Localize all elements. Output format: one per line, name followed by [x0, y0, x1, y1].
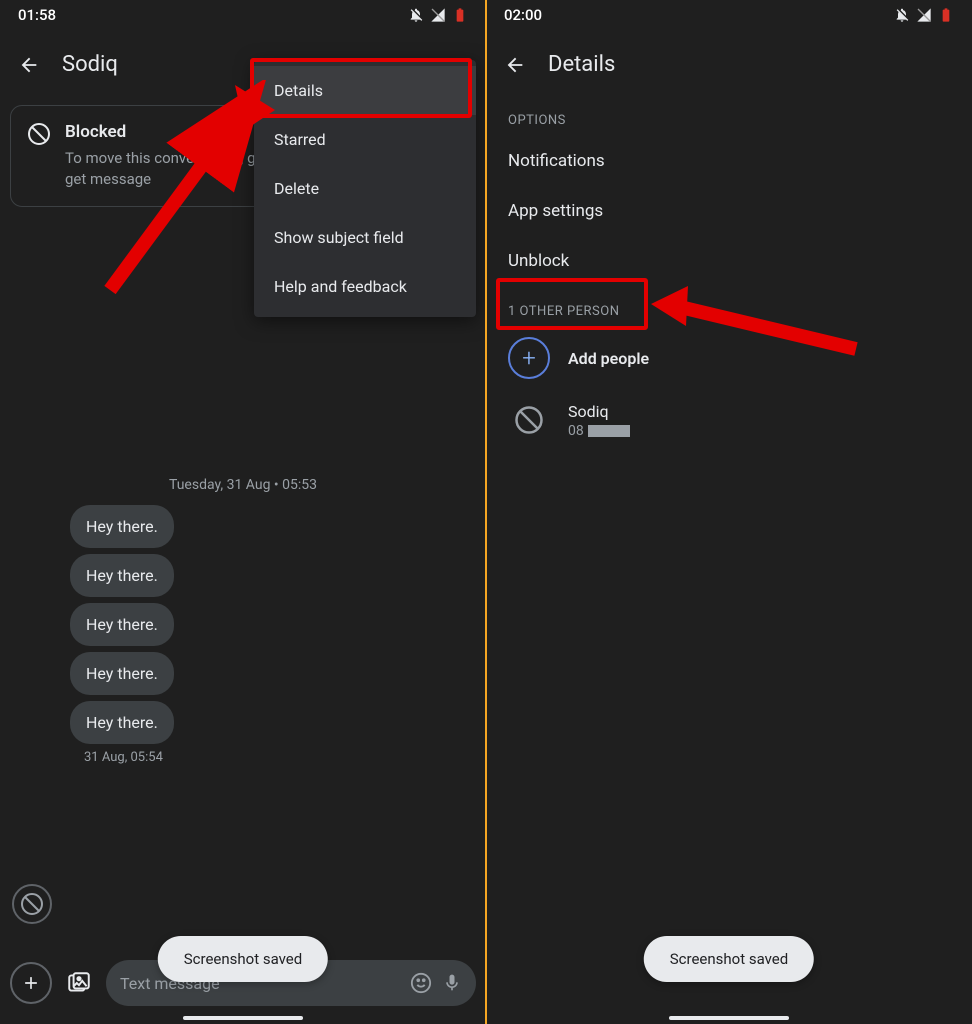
add-people-label: Add people	[568, 349, 649, 368]
sender-avatar-blocked[interactable]	[12, 884, 52, 924]
section-label-people: 1 OTHER PERSON	[486, 286, 972, 327]
section-label-options: OPTIONS	[486, 95, 972, 136]
menu-item-delete[interactable]: Delete	[254, 164, 476, 213]
toast-snackbar: Screenshot saved	[158, 936, 328, 982]
message-bubble[interactable]: Hey there.	[70, 652, 174, 695]
contact-name: Sodiq	[568, 402, 630, 421]
battery-icon	[452, 7, 468, 23]
home-indicator[interactable]	[183, 1016, 303, 1020]
gallery-button[interactable]	[62, 966, 96, 1000]
back-button[interactable]	[504, 54, 526, 76]
emoji-icon[interactable]	[410, 972, 432, 994]
menu-item-subject[interactable]: Show subject field	[254, 213, 476, 262]
message-bubble[interactable]: Hey there.	[70, 554, 174, 597]
status-icons	[408, 7, 468, 23]
message-timestamp: Tuesday, 31 Aug • 05:53	[0, 477, 486, 493]
toast-snackbar: Screenshot saved	[644, 936, 814, 982]
contact-number: 08	[568, 423, 630, 439]
battery-icon	[938, 7, 954, 23]
phone-screen-left: 01:58 Sodiq Blocked To move this convers…	[0, 0, 486, 1024]
message-bubble[interactable]: Hey there.	[70, 701, 174, 744]
menu-item-details[interactable]: Details	[254, 66, 476, 115]
blocked-icon	[27, 122, 51, 190]
add-people-row[interactable]: + Add people	[486, 327, 972, 389]
mic-icon[interactable]	[442, 973, 462, 993]
message-bubble[interactable]: Hey there.	[70, 505, 174, 548]
back-button[interactable]	[18, 54, 40, 76]
contact-row[interactable]: Sodiq 08	[486, 389, 972, 451]
menu-item-starred[interactable]: Starred	[254, 115, 476, 164]
overflow-menu: Details Starred Delete Show subject fiel…	[254, 60, 476, 317]
details-header: Details	[486, 30, 972, 95]
phone-screen-right: 02:00 Details OPTIONS Notifications App …	[486, 0, 972, 1024]
add-icon: +	[508, 337, 550, 379]
status-bar: 02:00	[486, 0, 972, 30]
option-app-settings[interactable]: App settings	[486, 186, 972, 236]
status-icons	[894, 7, 954, 23]
conversation-title: Sodiq	[62, 52, 118, 77]
redacted-number	[588, 425, 630, 437]
signal-icon	[430, 7, 446, 23]
screenshot-divider	[485, 0, 487, 1024]
option-unblock[interactable]: Unblock	[486, 236, 972, 286]
message-time: 31 Aug, 05:54	[70, 750, 474, 765]
messages-area: Hey there. Hey there. Hey there. Hey the…	[0, 505, 486, 765]
menu-item-help[interactable]: Help and feedback	[254, 262, 476, 311]
contact-blocked-icon	[508, 399, 550, 441]
signal-icon	[916, 7, 932, 23]
mute-icon	[894, 7, 910, 23]
status-time: 02:00	[504, 6, 542, 24]
mute-icon	[408, 7, 424, 23]
status-time: 01:58	[18, 6, 56, 24]
home-indicator[interactable]	[669, 1016, 789, 1020]
status-bar: 01:58	[0, 0, 486, 30]
message-bubble[interactable]: Hey there.	[70, 603, 174, 646]
option-notifications[interactable]: Notifications	[486, 136, 972, 186]
add-attachment-button[interactable]	[10, 962, 52, 1004]
page-title: Details	[548, 52, 615, 77]
